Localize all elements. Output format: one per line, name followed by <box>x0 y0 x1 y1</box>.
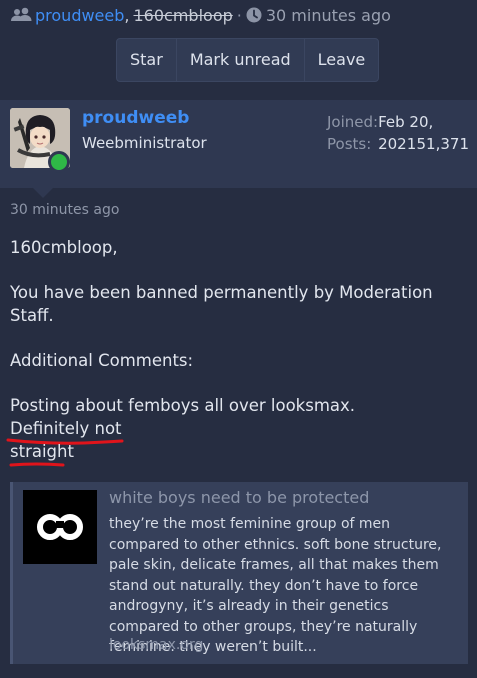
author-title: Weebministrator <box>82 134 207 152</box>
link-preview-card[interactable]: white boys need to be protected they’re … <box>10 482 468 664</box>
conversation-header: proudweeb, 160cmbloop · 30 minutes ago S… <box>0 0 477 100</box>
link-preview-domain[interactable]: looksmax.org <box>109 637 203 653</box>
joined-row: Joined: Feb 20, 2021 <box>327 111 469 153</box>
clock-icon <box>246 7 262 23</box>
annotated-text-2: straight <box>9 440 74 467</box>
header-pointer-arrow <box>32 187 54 198</box>
red-underline-annotation <box>9 462 65 467</box>
message-comment-lead: Posting about femboys all over looksmax. <box>10 396 356 415</box>
participants-line: proudweeb, 160cmbloop · 30 minutes ago <box>11 3 391 27</box>
message-ban-line: You have been banned permanently by Mode… <box>10 283 433 325</box>
star-button[interactable]: Star <box>117 39 177 81</box>
participant-proudweeb-link[interactable]: proudweeb <box>35 6 124 25</box>
posts-label: Posts: <box>327 135 372 153</box>
author-username[interactable]: proudweeb <box>82 108 189 128</box>
conversation-actions: Star Mark unread Leave <box>116 38 380 82</box>
link-preview-description: they’re the most feminine group of men c… <box>109 516 442 655</box>
users-icon <box>11 7 32 21</box>
joined-value: Feb 20, 2021 <box>378 113 434 153</box>
message-author-header: proudweeb Weebministrator Joined: Feb 20… <box>0 100 477 188</box>
message-time[interactable]: 30 minutes ago <box>10 202 119 218</box>
leave-button[interactable]: Leave <box>305 39 379 81</box>
author-stats: Joined: Feb 20, 2021 Posts: 51,371 <box>327 111 469 155</box>
participant-separator: , <box>124 5 130 25</box>
posts-value[interactable]: 51,371 <box>417 133 470 155</box>
meta-dot: · <box>236 5 242 25</box>
link-preview-title[interactable]: white boys need to be protected <box>109 488 369 507</box>
message-greeting: 160cmbloop, <box>10 238 118 257</box>
participant-160cmbloop[interactable]: 160cmbloop <box>134 6 233 25</box>
infinity-loop-icon <box>23 490 97 564</box>
mark-unread-button[interactable]: Mark unread <box>177 39 305 81</box>
message-comments-label: Additional Comments: <box>10 351 194 370</box>
joined-label: Joined: <box>327 113 379 131</box>
message-comment: Posting about femboys all over looksmax.… <box>6 394 470 467</box>
annotated-text-1: Definitely not <box>6 417 124 445</box>
message-body: 160cmbloop, You have been banned permane… <box>6 236 470 467</box>
conversation-time: 30 minutes ago <box>265 5 391 25</box>
online-status-indicator <box>48 151 70 173</box>
